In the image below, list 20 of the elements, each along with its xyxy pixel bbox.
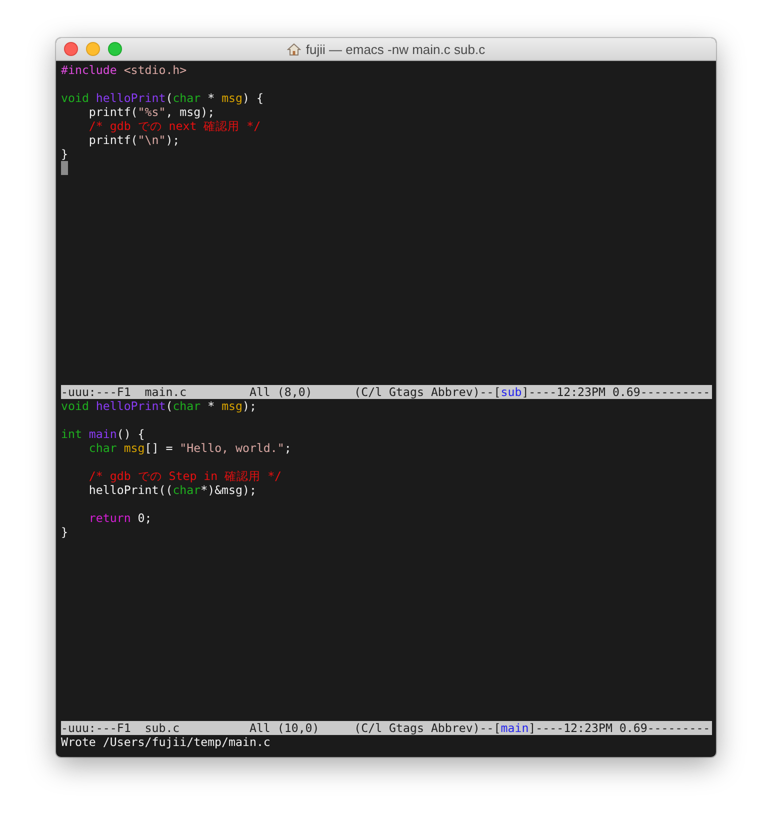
code-line: int main() {	[61, 427, 145, 441]
echo-message: Wrote /Users/fujii/temp/main.c	[61, 735, 270, 749]
code-line: /* gdb での next 確認用 */	[88, 119, 261, 133]
minimize-button[interactable]	[86, 42, 100, 56]
text-cursor	[61, 161, 68, 175]
code-line: void helloPrint(char * msg);	[61, 399, 256, 413]
code-line: #include <stdio.h>	[61, 63, 187, 77]
code-line: return 0;	[88, 511, 152, 525]
zoom-button[interactable]	[108, 42, 122, 56]
code-line: printf("\n");	[88, 133, 180, 147]
code-line: helloPrint((char*)&msg);	[88, 483, 256, 497]
code-line: printf("%s", msg);	[88, 105, 215, 119]
code-line: }	[61, 525, 68, 539]
close-button[interactable]	[64, 42, 78, 56]
code-line: /* gdb での Step in 確認用 */	[88, 469, 282, 483]
house-icon	[286, 42, 301, 56]
code-line: }	[61, 147, 68, 161]
window-title: fujii — emacs -nw main.c sub.c	[306, 42, 486, 56]
code-line: void helloPrint(char * msg) {	[61, 91, 264, 105]
code-line: char msg[] = "Hello, world.";	[88, 441, 292, 455]
